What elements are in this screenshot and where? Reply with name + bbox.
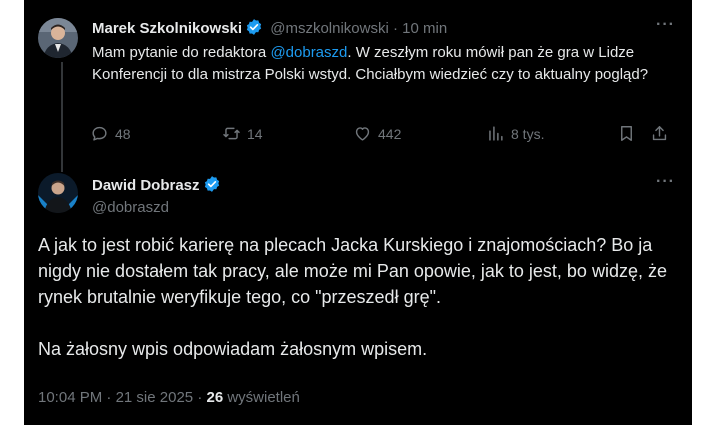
post-panel: Marek Szkolnikowski @mszkolnikowski · 10… bbox=[24, 0, 692, 425]
tweet-text: A jak to jest robić karierę na plecach J… bbox=[38, 232, 678, 362]
tweet-handle[interactable]: @dobraszd bbox=[92, 199, 169, 216]
repost-icon bbox=[223, 127, 240, 140]
repost-count: 14 bbox=[247, 125, 263, 142]
thread-line bbox=[61, 62, 63, 172]
views-count: 8 tys. bbox=[511, 125, 545, 142]
text-part: Mam pytanie do redaktora bbox=[92, 44, 271, 61]
reply-button[interactable]: 48 bbox=[90, 124, 131, 143]
verified-badge-icon bbox=[245, 18, 263, 40]
handle[interactable]: @mszkolnikowski bbox=[270, 20, 389, 37]
tweet-date[interactable]: 21 sie 2025 bbox=[116, 389, 194, 406]
reply-icon bbox=[92, 126, 107, 141]
like-count: 442 bbox=[378, 125, 402, 142]
separator: · bbox=[393, 20, 398, 37]
tweet-time[interactable]: 10:04 PM bbox=[38, 389, 102, 406]
more-icon[interactable]: ··· bbox=[656, 16, 675, 34]
more-icon[interactable]: ··· bbox=[656, 173, 675, 191]
tweet-meta: 10:04 PM · 21 sie 2025 · 26 wyświetleń bbox=[38, 389, 300, 406]
like-icon bbox=[355, 127, 370, 141]
views-count: 26 bbox=[206, 389, 224, 406]
views-icon bbox=[489, 126, 503, 141]
separator: · bbox=[106, 389, 112, 406]
share-button[interactable] bbox=[650, 124, 669, 143]
share-icon bbox=[652, 126, 667, 141]
author-name[interactable]: Marek Szkolnikowski bbox=[92, 20, 242, 37]
avatar-dawid[interactable] bbox=[38, 173, 78, 213]
reply-count: 48 bbox=[115, 125, 131, 142]
bookmark-icon bbox=[621, 126, 632, 141]
views-label: wyświetleń bbox=[227, 389, 300, 406]
like-button[interactable]: 442 bbox=[353, 124, 401, 143]
bookmark-button[interactable] bbox=[617, 124, 636, 143]
repost-button[interactable]: 14 bbox=[222, 124, 263, 143]
tweet-paragraph-2: Na żałosny wpis odpowiadam żałosnym wpis… bbox=[38, 339, 428, 359]
separator: · bbox=[197, 389, 203, 406]
tweet-author: Dawid Dobrasz bbox=[92, 175, 221, 197]
reply-text: Mam pytanie do redaktora @dobraszd. W ze… bbox=[92, 42, 682, 86]
views-button[interactable]: 8 tys. bbox=[486, 124, 544, 143]
verified-badge-icon bbox=[203, 175, 221, 197]
mention-link[interactable]: @dobraszd bbox=[270, 44, 347, 61]
action-bar: 48 14 442 8 tys. bbox=[90, 124, 680, 146]
post-time[interactable]: 10 min bbox=[402, 20, 447, 37]
tweet-paragraph-1: A jak to jest robić karierę na plecach J… bbox=[38, 235, 667, 307]
author-name[interactable]: Dawid Dobrasz bbox=[92, 177, 200, 194]
avatar-marek[interactable] bbox=[38, 18, 78, 58]
reply-header: Marek Szkolnikowski @mszkolnikowski · 10… bbox=[92, 18, 447, 40]
